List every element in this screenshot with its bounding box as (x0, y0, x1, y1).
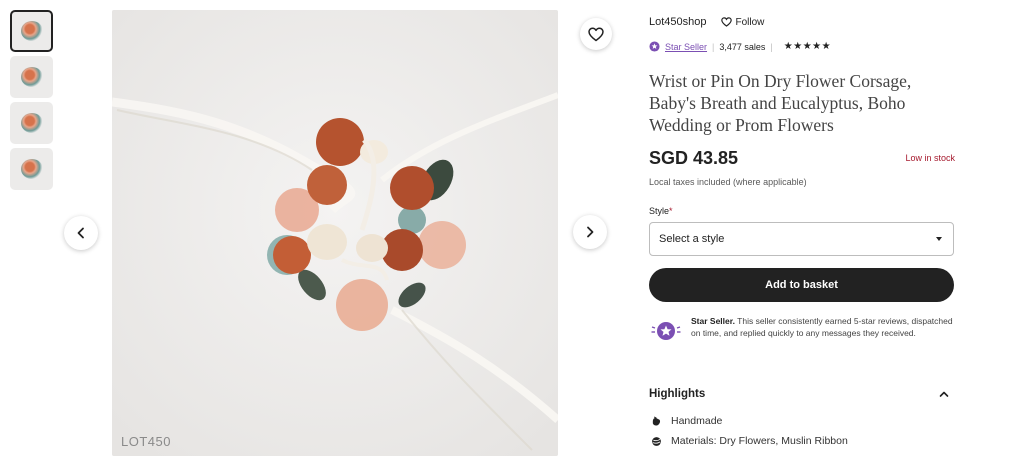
divider: | (712, 41, 715, 52)
listing-title: Wrist or Pin On Dry Flower Corsage, Baby… (649, 71, 912, 135)
image-watermark: LOT450 (121, 434, 171, 449)
chevron-up-icon (939, 391, 949, 397)
stock-status: Low in stock (905, 153, 955, 163)
thumbnail-image (20, 113, 43, 133)
tax-note: Local taxes included (where applicable) (649, 177, 807, 187)
rating-stars[interactable]: ★★★★★ (784, 41, 831, 52)
follow-button[interactable]: Follow (720, 16, 765, 28)
style-select-value: Select a style (659, 233, 725, 245)
previous-image-button[interactable] (64, 216, 98, 250)
caret-down-icon (936, 237, 942, 241)
shop-name-link[interactable]: Lot450shop (649, 16, 707, 28)
corsage-illustration (112, 10, 558, 456)
highlight-text: Handmade (671, 415, 723, 427)
product-image[interactable]: LOT450 (112, 10, 558, 456)
highlights-title: Highlights (649, 388, 706, 400)
thumbnail-image (20, 159, 43, 179)
star-seller-badge-icon (649, 41, 660, 52)
heart-icon (588, 27, 604, 41)
thumbnail-strip (10, 10, 53, 194)
materials-icon (649, 436, 663, 447)
required-mark: * (669, 206, 673, 216)
handmade-icon (649, 415, 663, 427)
chevron-left-icon (77, 227, 84, 239)
thumbnail-image (20, 21, 43, 41)
star-seller-description: Star Seller. This seller consistently ea… (691, 315, 953, 339)
star-seller-bold: Star Seller. (691, 316, 735, 326)
sales-count: 3,477 sales (719, 41, 766, 52)
highlight-item: Materials: Dry Flowers, Muslin Ribbon (649, 435, 848, 447)
thumbnail-image (20, 67, 43, 87)
divider: | (770, 41, 773, 52)
seller-row: Star Seller | 3,477 sales | ★★★★★ (649, 41, 831, 52)
chevron-right-icon (587, 226, 594, 238)
next-image-button[interactable] (573, 215, 607, 249)
heart-icon (720, 17, 732, 27)
style-label: Style* (649, 206, 673, 216)
thumbnail-2[interactable] (10, 56, 53, 98)
thumbnail-3[interactable] (10, 102, 53, 144)
thumbnail-1[interactable] (10, 10, 53, 52)
thumbnail-4[interactable] (10, 148, 53, 190)
style-select[interactable]: Select a style (649, 222, 954, 256)
follow-label: Follow (735, 16, 765, 28)
star-seller-badge-icon (651, 322, 681, 340)
favorite-button[interactable] (580, 18, 612, 50)
style-label-text: Style (649, 206, 670, 216)
highlight-item: Handmade (649, 415, 722, 427)
star-seller-link[interactable]: Star Seller (665, 42, 707, 52)
shop-row: Lot450shop Follow (649, 16, 764, 28)
highlights-toggle[interactable]: Highlights (649, 388, 955, 400)
price: SGD 43.85 (649, 148, 739, 168)
highlight-text: Materials: Dry Flowers, Muslin Ribbon (671, 435, 848, 447)
add-to-basket-button[interactable]: Add to basket (649, 268, 954, 302)
